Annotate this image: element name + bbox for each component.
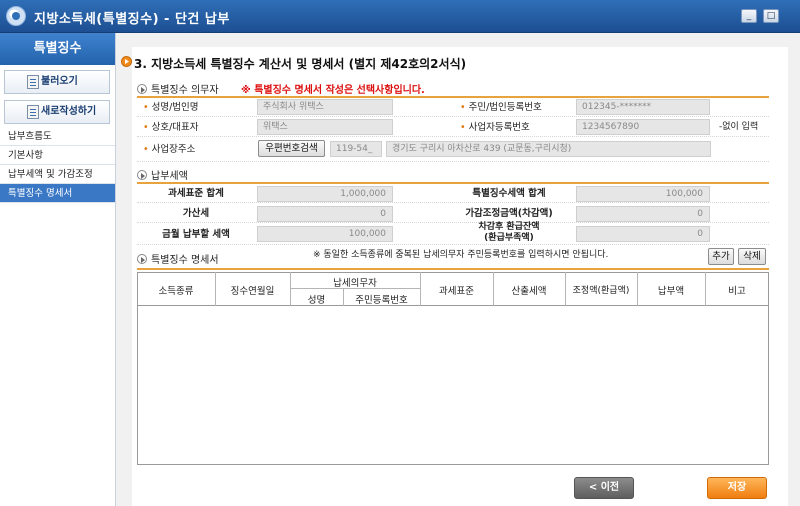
minimize-button[interactable]: _: [741, 9, 757, 23]
prev-button[interactable]: < 이전: [574, 477, 634, 499]
name-field[interactable]: 주식회사 위택스: [257, 99, 393, 115]
regno-field[interactable]: 012345-*******: [576, 99, 710, 115]
section-bullet-icon: [121, 56, 132, 67]
sidebar-item-tax[interactable]: 납부세액 및 가감조정: [0, 165, 115, 184]
surtax-label: 가산세: [182, 208, 210, 219]
new-button[interactable]: 새로작성하기: [4, 100, 110, 124]
save-button[interactable]: 저장: [707, 477, 767, 499]
name-label: • 성명/법인명: [143, 102, 199, 113]
pay-label: 금월 납부할 세액: [162, 229, 230, 240]
adjust-label: 가감조정금액(차감액): [465, 208, 553, 219]
arrow-circle-icon: [137, 254, 147, 264]
address-label: • 사업장주소: [143, 144, 196, 155]
statement-table-body[interactable]: [137, 306, 769, 465]
sidebar-item-basic[interactable]: 기본사항: [0, 146, 115, 165]
bizno-field[interactable]: 1234567890: [576, 119, 710, 135]
arrow-circle-icon: [137, 84, 147, 94]
bizno-label: • 사업자등록번호: [460, 122, 530, 133]
bizno-note: -없이 입력: [719, 122, 759, 132]
sidebar-item-flow[interactable]: 납부흐름도: [0, 127, 115, 146]
adjust-field: 0: [576, 206, 710, 222]
tax-title: 납부세액: [137, 167, 188, 182]
col-taxpayer: 납세의무자: [333, 278, 377, 289]
section-title: 3. 지방소득세 특별징수 계산서 및 명세서 (별지 제42호의2서식): [134, 57, 467, 71]
obligor-title: 특별징수 의무자: [137, 81, 219, 96]
col-income-type: 소득종류: [158, 286, 194, 297]
pay-field: 100,000: [257, 226, 393, 242]
col-period: 징수연월일: [230, 286, 275, 297]
zip-search-button[interactable]: 우편번호검색: [258, 140, 325, 157]
arrow-circle-icon: [137, 170, 147, 180]
trade-label: • 상호/대표자: [143, 122, 199, 133]
load-button[interactable]: 불러오기: [4, 70, 110, 94]
document-icon: [27, 105, 39, 119]
trade-field[interactable]: 위택스: [257, 119, 393, 135]
refund-label: 차감후 환급잔액 (환급부족액): [478, 222, 540, 243]
col-tax-base: 과세표준: [439, 286, 474, 297]
duplicate-note: ※ 동일한 소득종류에 중복된 납세의무자 주민등록번호를 입력하시면 안됩니다…: [313, 250, 609, 260]
col-name: 성명: [307, 295, 326, 306]
col-adjust: 조정액(환급액): [572, 286, 630, 296]
col-regno: 주민등록번호: [355, 295, 408, 306]
special-total-label: 특별징수세액 합계: [472, 188, 546, 199]
col-paid: 납부액: [657, 286, 685, 297]
special-total-field: 100,000: [576, 186, 710, 202]
zip-field[interactable]: 119-54_: [330, 141, 382, 157]
new-button-label: 새로작성하기: [41, 106, 97, 117]
sidebar-item-statement[interactable]: 특별징수 명세서: [0, 184, 115, 203]
base-total-label: 과세표준 합계: [168, 188, 224, 199]
sidebar-header: 특별징수: [0, 33, 115, 65]
optional-note: ※ 특별징수 명세서 작성은 선택사항입니다.: [241, 85, 425, 96]
surtax-field: 0: [257, 206, 393, 222]
wetax-logo-icon: [6, 6, 26, 26]
statement-title: 특별징수 명세서: [137, 251, 219, 266]
window-title: 지방소득세(특별징수) - 단건 납부: [34, 12, 230, 27]
base-total-field: 1,000,000: [257, 186, 393, 202]
address-field[interactable]: 경기도 구리시 아차산로 439 (교문동,구리시청): [386, 141, 711, 157]
load-button-label: 불러오기: [41, 76, 78, 87]
add-row-button[interactable]: 추가: [708, 248, 734, 265]
col-remark: 비고: [728, 286, 746, 297]
col-calc-tax: 산출세액: [511, 286, 547, 297]
window-titlebar: 지방소득세(특별징수) - 단건 납부 _ □: [0, 0, 800, 33]
sidebar: 특별징수 불러오기 새로작성하기 납부흐름도 기본사항 납부세액 및 가감조정 …: [0, 33, 116, 506]
maximize-button[interactable]: □: [763, 9, 779, 23]
delete-row-button[interactable]: 삭제: [738, 248, 766, 265]
divider: [137, 268, 769, 270]
regno-label: • 주민/법인등록번호: [460, 102, 542, 113]
document-icon: [27, 75, 39, 89]
refund-field: 0: [576, 226, 710, 242]
